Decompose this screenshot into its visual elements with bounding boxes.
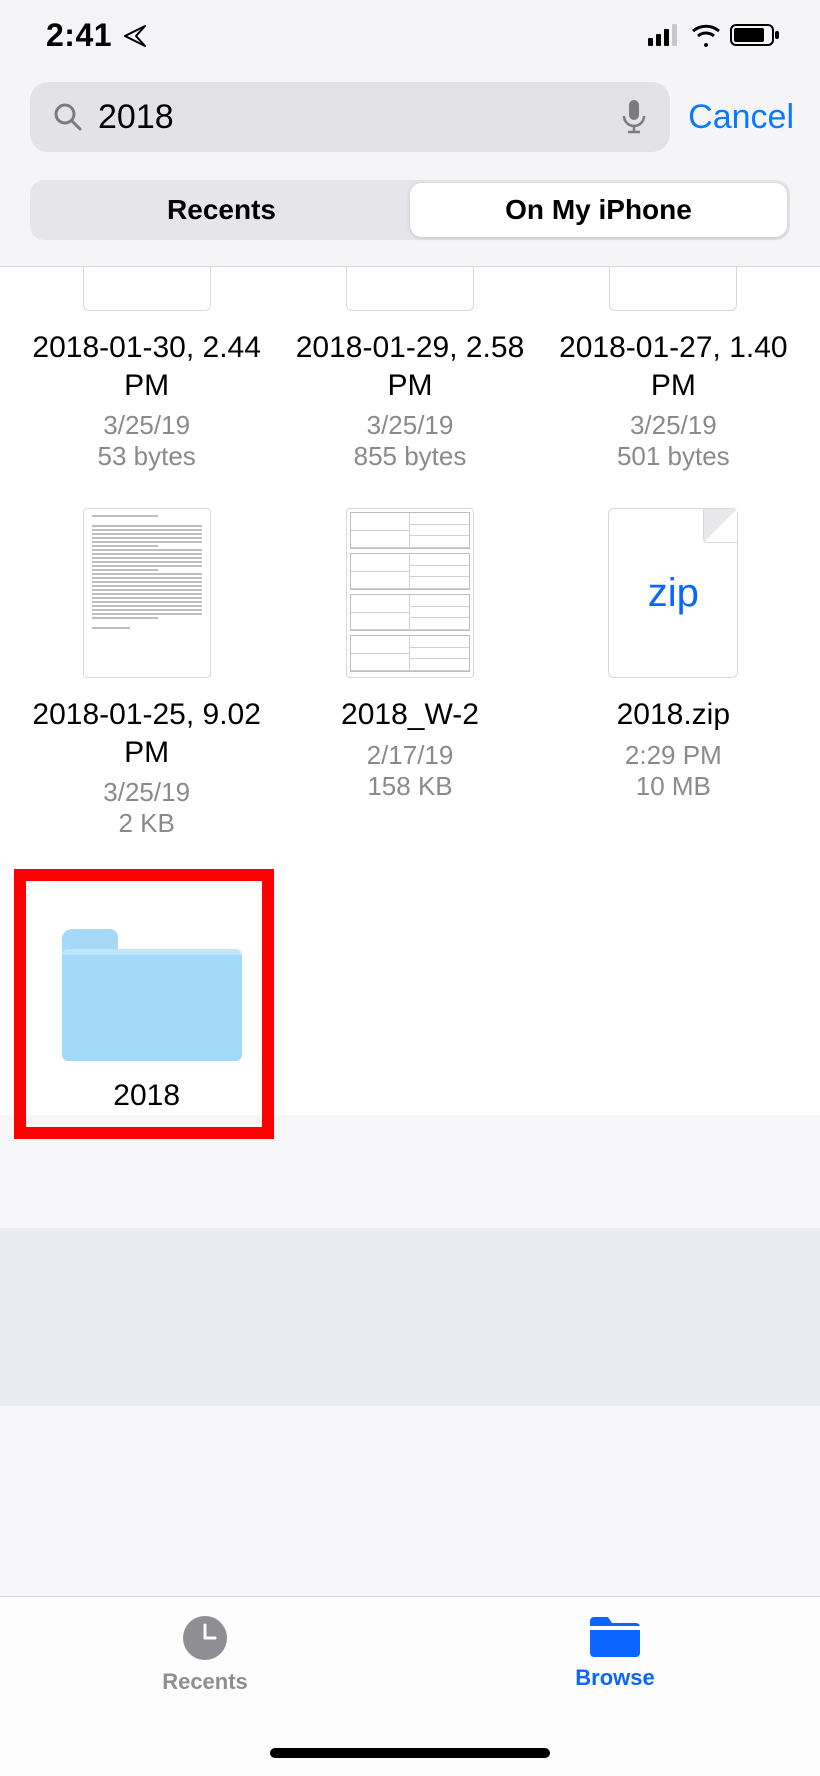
file-name: 2018.zip — [617, 696, 730, 734]
file-size: 855 bytes — [354, 441, 467, 472]
status-time-text: 2:41 — [46, 17, 112, 53]
zip-label: zip — [648, 571, 699, 616]
thumbnail — [62, 508, 232, 678]
file-item[interactable]: 2018-01-30, 2.44 PM 3/25/19 53 bytes — [30, 267, 263, 472]
file-item[interactable]: 2018-01-29, 2.58 PM 3/25/19 855 bytes — [293, 267, 526, 472]
file-item[interactable]: 2018-01-27, 1.40 PM 3/25/19 501 bytes — [557, 267, 790, 472]
search-icon — [52, 101, 84, 133]
file-name: 2018-01-25, 9.02 PM — [30, 696, 263, 771]
thumbnail — [325, 508, 495, 678]
file-size: 53 bytes — [98, 441, 196, 472]
folder-icon — [62, 919, 232, 1059]
tab-label: Recents — [162, 1669, 248, 1695]
thumbnail — [325, 267, 495, 311]
scope-segmented: Recents On My iPhone — [30, 180, 790, 240]
results-grid: 2018-01-30, 2.44 PM 3/25/19 53 bytes 201… — [0, 267, 820, 1115]
cellular-icon — [648, 24, 682, 46]
search-row: Cancel — [0, 70, 820, 164]
file-name: 2018-01-30, 2.44 PM — [30, 329, 263, 404]
file-item[interactable]: 2018-01-25, 9.02 PM 3/25/19 2 KB — [30, 508, 263, 839]
file-name: 2018 — [113, 1077, 180, 1115]
file-item[interactable]: 2018_W-2 2/17/19 158 KB — [293, 508, 526, 839]
file-item[interactable]: zip 2018.zip 2:29 PM 10 MB — [557, 508, 790, 839]
scope-recents[interactable]: Recents — [33, 183, 410, 237]
tab-label: Browse — [575, 1665, 654, 1691]
file-name: 2018-01-29, 2.58 PM — [293, 329, 526, 404]
thumbnail — [62, 267, 232, 311]
file-date: 2:29 PM — [625, 740, 722, 771]
file-date: 3/25/19 — [367, 410, 454, 441]
search-input[interactable] — [84, 98, 620, 137]
thumbnail — [588, 267, 758, 311]
scope-on-my-iphone[interactable]: On My iPhone — [410, 183, 787, 237]
cancel-button[interactable]: Cancel — [688, 98, 798, 137]
file-date: 2/17/19 — [367, 740, 454, 771]
file-name: 2018_W-2 — [341, 696, 479, 734]
file-date: 3/25/19 — [103, 777, 190, 808]
folder-item[interactable]: 2018 — [30, 875, 263, 1115]
wifi-icon — [690, 23, 722, 47]
file-size: 2 KB — [118, 808, 174, 839]
thumbnail: zip — [588, 508, 758, 678]
scope-row: Recents On My iPhone — [0, 164, 820, 267]
file-date: 3/25/19 — [630, 410, 717, 441]
keyboard-accessory — [0, 1228, 820, 1406]
file-name: 2018-01-27, 1.40 PM — [557, 329, 790, 404]
home-indicator[interactable] — [270, 1748, 550, 1758]
battery-icon — [730, 23, 780, 47]
file-size: 10 MB — [636, 771, 711, 802]
microphone-icon[interactable] — [620, 98, 648, 136]
status-time: 2:41 — [46, 17, 147, 54]
status-right — [648, 23, 780, 47]
file-size: 158 KB — [367, 771, 452, 802]
search-box[interactable] — [30, 82, 670, 152]
folder-icon — [588, 1613, 642, 1659]
location-icon — [123, 24, 147, 48]
file-date: 3/25/19 — [103, 410, 190, 441]
file-size: 501 bytes — [617, 441, 730, 472]
status-bar: 2:41 — [0, 0, 820, 70]
thumbnail — [62, 899, 232, 1059]
clock-icon — [180, 1613, 230, 1663]
